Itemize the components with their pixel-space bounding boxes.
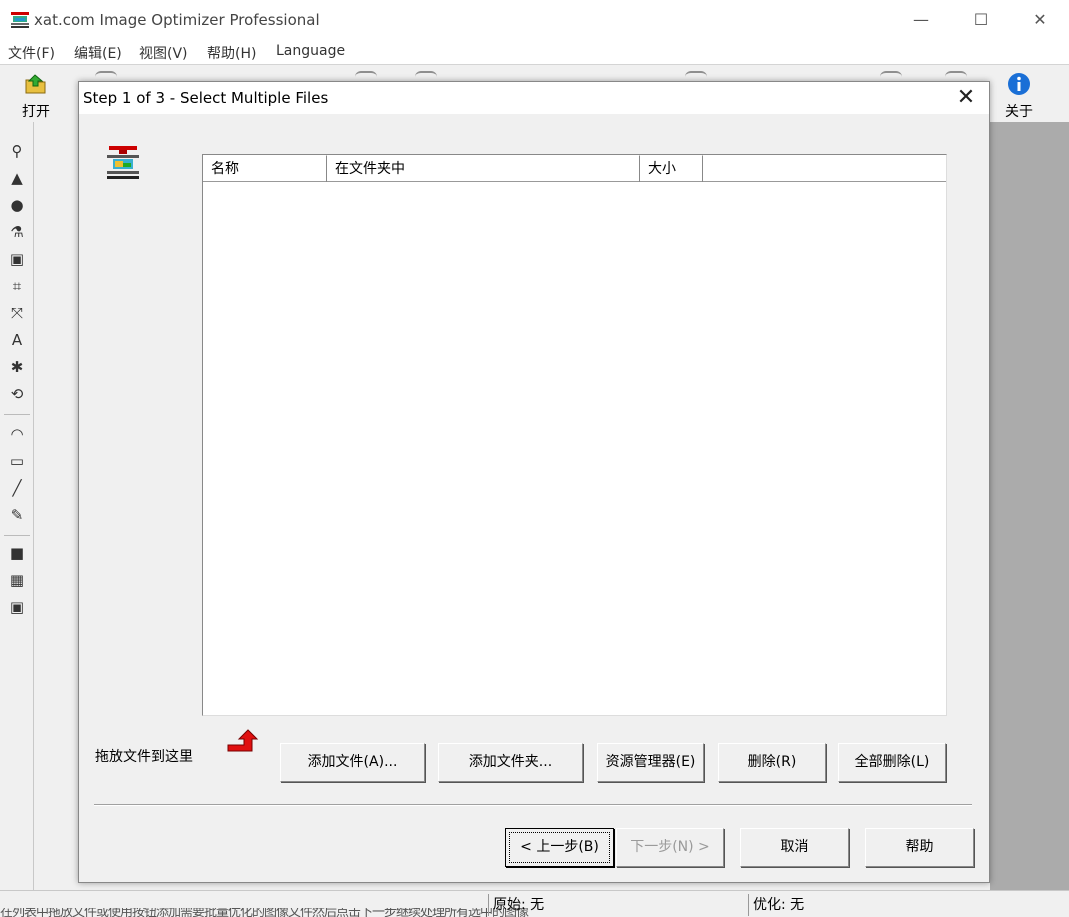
- open-folder-icon: [25, 74, 46, 94]
- wizard-dialog: Step 1 of 3 - Select Multiple Files ✕ 名称…: [78, 81, 990, 883]
- text-tool-icon[interactable]: A: [8, 331, 26, 349]
- maximize-button[interactable]: ☐: [958, 6, 1004, 34]
- dialog-close-icon[interactable]: ✕: [951, 84, 981, 112]
- image-tool-icon[interactable]: ▣: [8, 250, 26, 268]
- resize-tool-icon[interactable]: ⤧: [8, 304, 26, 322]
- menu-bar: 文件(F) 编辑(E) 视图(V) 帮助(H) Language: [0, 40, 1069, 64]
- delete-button[interactable]: 删除(R): [718, 743, 826, 782]
- column-empty: [703, 155, 946, 182]
- about-button-label: 关于: [1005, 104, 1033, 120]
- line-tool-icon[interactable]: ╱: [8, 479, 26, 497]
- dialog-title: Step 1 of 3 - Select Multiple Files: [83, 89, 329, 107]
- color-fill-icon[interactable]: ■: [8, 544, 26, 562]
- status-optimized: 优化: 无: [748, 894, 1048, 916]
- workspace-background: [990, 122, 1069, 890]
- delete-all-button[interactable]: 全部删除(L): [838, 743, 946, 782]
- blur-tool-icon[interactable]: ●: [8, 196, 26, 214]
- pattern-fill-icon[interactable]: ▦: [8, 571, 26, 589]
- menu-view[interactable]: 视图(V): [139, 43, 188, 63]
- tool-separator: [4, 535, 30, 536]
- close-button[interactable]: ✕: [1017, 6, 1063, 34]
- info-icon: [1008, 73, 1030, 95]
- window-titlebar: xat.com Image Optimizer Professional — ☐…: [0, 0, 1069, 40]
- window-title: xat.com Image Optimizer Professional: [34, 11, 320, 29]
- menu-language[interactable]: Language: [276, 43, 345, 59]
- add-files-button[interactable]: 添加文件(A)...: [280, 743, 425, 782]
- effects-tool-icon[interactable]: ✱: [8, 358, 26, 376]
- menu-file[interactable]: 文件(F): [8, 43, 55, 63]
- help-button[interactable]: 帮助: [865, 828, 974, 867]
- minimize-button[interactable]: —: [898, 6, 944, 34]
- column-folder[interactable]: 在文件夹中: [327, 155, 640, 182]
- magnifier-tool-icon[interactable]: ⚲: [8, 142, 26, 160]
- column-name[interactable]: 名称: [203, 155, 327, 182]
- selection-fill-icon[interactable]: ▣: [8, 598, 26, 616]
- sharpen-tool-icon[interactable]: ▲: [8, 169, 26, 187]
- dialog-divider: [94, 804, 972, 806]
- about-button[interactable]: 关于: [997, 69, 1041, 120]
- column-size[interactable]: 大小: [640, 155, 703, 182]
- status-original: 原始: 无: [488, 894, 746, 916]
- explorer-button[interactable]: 资源管理器(E): [597, 743, 704, 782]
- add-folder-button[interactable]: 添加文件夹...: [438, 743, 583, 782]
- status-bar: 在列表中拖放文件或使用按钮添加需要批量优化的图像文件然后点击下一步继续处理所有选…: [0, 890, 1069, 917]
- rectangle-tool-icon[interactable]: ▭: [8, 452, 26, 470]
- brush-tool-icon[interactable]: ✎: [8, 506, 26, 524]
- drop-files-hint: 拖放文件到这里: [95, 749, 193, 765]
- open-button-label: 打开: [22, 104, 50, 120]
- optimizer-logo-icon: [107, 146, 139, 179]
- eyedropper-tool-icon[interactable]: ⚗: [8, 223, 26, 241]
- app-logo-icon: [11, 12, 29, 28]
- back-button[interactable]: < 上一步(B): [505, 828, 614, 867]
- rotate-tool-icon[interactable]: ⟲: [8, 385, 26, 403]
- file-list[interactable]: 名称 在文件夹中 大小: [202, 154, 947, 716]
- tool-separator: [4, 414, 30, 415]
- next-button[interactable]: 下一步(N) >: [616, 828, 724, 867]
- red-arrow-icon: [227, 729, 259, 752]
- open-button[interactable]: 打开: [14, 69, 58, 120]
- cancel-button[interactable]: 取消: [740, 828, 849, 867]
- dialog-titlebar: Step 1 of 3 - Select Multiple Files ✕: [79, 82, 989, 114]
- lasso-tool-icon[interactable]: ◠: [8, 425, 26, 443]
- crop-tool-icon[interactable]: ⌗: [8, 277, 26, 295]
- file-list-header: 名称 在文件夹中 大小: [203, 155, 946, 182]
- tool-panel: ⚲ ▲ ● ⚗ ▣ ⌗ ⤧ A ✱ ⟲ ◠ ▭ ╱ ✎ ■ ▦ ▣: [0, 122, 34, 890]
- menu-help[interactable]: 帮助(H): [207, 43, 256, 63]
- menu-edit[interactable]: 编辑(E): [74, 43, 122, 63]
